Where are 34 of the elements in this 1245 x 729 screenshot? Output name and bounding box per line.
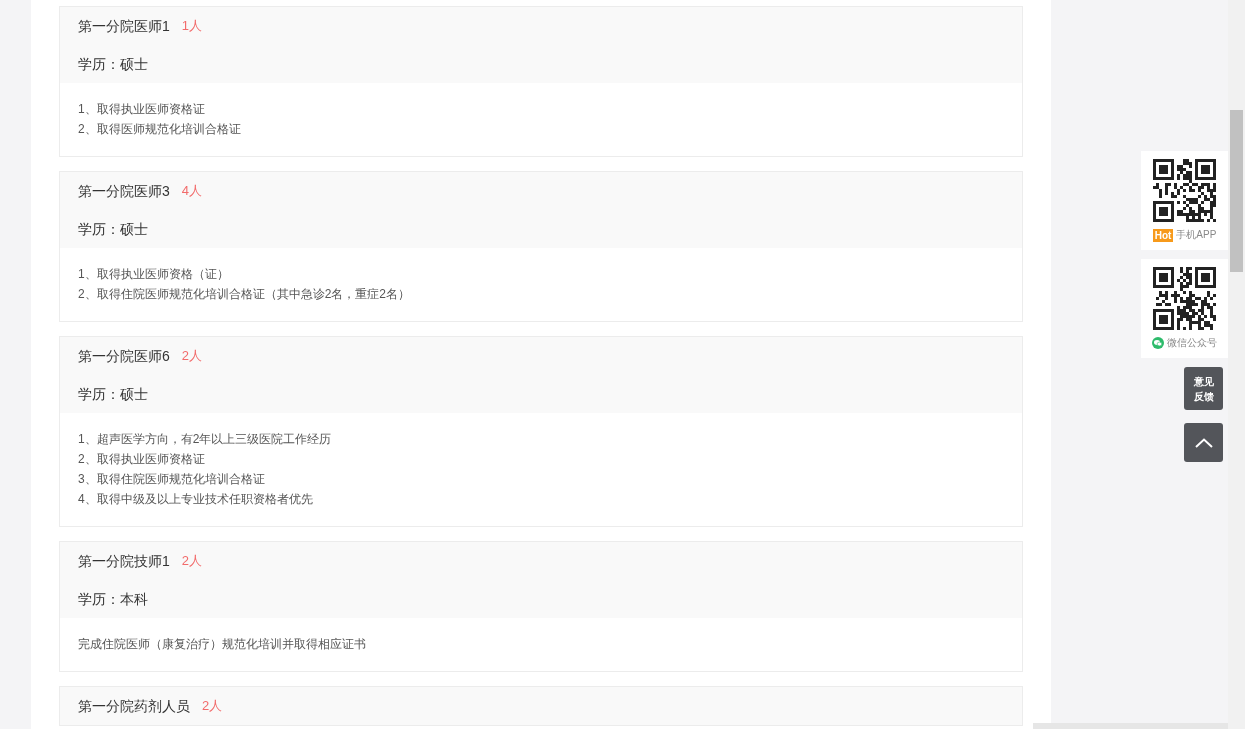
- headcount: 1人: [181, 17, 203, 35]
- qr-caption: 手机APP: [1176, 228, 1217, 242]
- headcount: 4人: [181, 182, 203, 200]
- headcount: 2人: [181, 347, 203, 365]
- job-title: 第一分院医师3: [78, 182, 170, 201]
- qr-caption: 微信公众号: [1167, 336, 1217, 350]
- education-requirement: 学历：硕士: [78, 56, 148, 72]
- requirement-text: 1、超声医学方向，有2年以上三级医院工作经历: [78, 432, 332, 446]
- scrollbar-thumb[interactable]: [1230, 110, 1243, 272]
- job-title: 第一分院医师6: [78, 347, 170, 366]
- requirement-text: 完成住院医师（康复治疗）规范化培训并取得相应证书: [78, 637, 366, 651]
- job-title: 第一分院技师1: [78, 552, 170, 571]
- qr-code-icon: [1153, 267, 1216, 330]
- requirement-text: 2、取得医师规范化培训合格证: [78, 122, 241, 136]
- headcount: 2人: [202, 697, 223, 715]
- feedback-button[interactable]: 意见反馈: [1184, 367, 1223, 410]
- requirement-text: 4、取得中级及以上专业技术任职资格者优先: [78, 492, 313, 506]
- headcount: 2人: [181, 552, 203, 570]
- hot-badge: Hot: [1152, 228, 1174, 242]
- requirement-text: 1、取得执业医师资格（证）: [78, 267, 229, 281]
- qr-code-icon: [1153, 159, 1216, 222]
- education-requirement: 学历：硕士: [78, 386, 148, 402]
- chevron-up-icon: [1194, 437, 1213, 448]
- requirement-text: 2、取得住院医师规范化培训合格证（其中急诊2名，重症2名）: [78, 287, 411, 301]
- chat-bubbles-icon: [1152, 337, 1164, 349]
- job-title: 第一分院医师1: [78, 17, 170, 36]
- horizontal-scrollbar[interactable]: [1033, 723, 1228, 729]
- requirement-text: 3、取得住院医师规范化培训合格证: [78, 472, 265, 486]
- education-requirement: 学历：本科: [78, 591, 148, 607]
- back-to-top-button[interactable]: [1184, 423, 1223, 462]
- job-title: 第一分院药剂人员: [78, 697, 190, 716]
- requirement-text: 2、取得执业医师资格证: [78, 452, 205, 466]
- requirement-text: 1、取得执业医师资格证: [78, 102, 205, 116]
- education-requirement: 学历：硕士: [78, 221, 148, 237]
